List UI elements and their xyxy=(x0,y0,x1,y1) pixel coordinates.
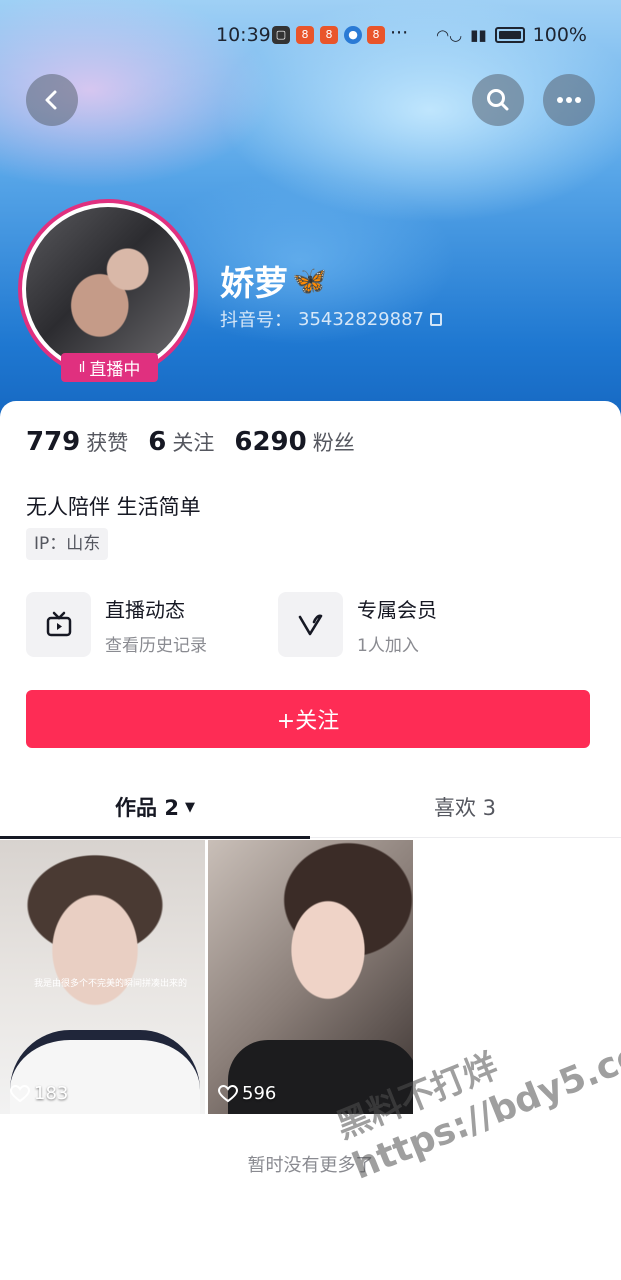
more-dots-icon xyxy=(557,97,581,103)
copy-icon[interactable] xyxy=(429,312,442,326)
live-history-subtitle: 查看历史记录 xyxy=(105,635,207,656)
profile-stats: 779 获赞 6 关注 6290 粉丝 xyxy=(26,427,355,457)
status-bar: 10:39 ▢ 8 8 ● 8 ··· ◠◡ ▮▮ 100% xyxy=(0,22,621,52)
battery-level: 100% xyxy=(532,24,587,46)
back-button[interactable] xyxy=(26,74,78,126)
no-more-content-text: 暂时没有更多了 xyxy=(247,1155,374,1176)
content-tabs: 作品 2 ▼ 喜欢 3 xyxy=(0,776,621,839)
live-history-title: 直播动态 xyxy=(105,597,185,622)
douyin-id-value: 35432829887 xyxy=(298,308,424,330)
tv-icon xyxy=(26,592,91,657)
membership-entry[interactable]: 专属会员 1人加入 xyxy=(278,592,437,657)
status-time: 10:39 xyxy=(216,24,271,46)
app-notification-icon: 8 xyxy=(367,26,385,44)
app-notification-icon: ▢ xyxy=(272,26,290,44)
chevron-left-icon xyxy=(45,90,57,110)
search-button[interactable] xyxy=(472,74,524,126)
tab-works[interactable]: 作品 2 ▼ xyxy=(0,776,310,839)
follow-button[interactable]: +关注 xyxy=(26,690,590,748)
signal-icon: ▮▮ xyxy=(470,26,487,44)
ip-location-badge: IP：山东 xyxy=(26,528,109,560)
avatar[interactable] xyxy=(18,199,198,379)
avatar-photo xyxy=(26,207,190,371)
wifi-icon: ◠◡ xyxy=(435,26,463,44)
stat-likes[interactable]: 779 获赞 xyxy=(26,427,128,457)
caret-down-icon: ▼ xyxy=(184,799,195,815)
tab-likes[interactable]: 喜欢 3 xyxy=(310,776,620,838)
live-badge-label: 直播中 xyxy=(89,360,141,380)
video-like-count: 183 xyxy=(10,1083,68,1104)
profile-name: 娇萝 xyxy=(220,264,288,304)
butterfly-icon: 🦋 xyxy=(292,264,327,297)
app-notification-icon: 8 xyxy=(296,26,314,44)
video-thumbnail[interactable]: 596 xyxy=(208,840,413,1114)
membership-subtitle: 1人加入 xyxy=(357,635,419,656)
live-badge[interactable]: ıl 直播中 xyxy=(61,353,158,382)
app-notification-icon: 8 xyxy=(320,26,338,44)
more-notifications-icon: ··· xyxy=(390,22,409,44)
stat-following[interactable]: 6 关注 xyxy=(148,427,214,457)
more-options-button[interactable] xyxy=(543,74,595,126)
search-icon xyxy=(487,89,509,111)
profile-name-row: 娇萝 🦋 xyxy=(220,256,327,305)
douyin-id-row[interactable]: 抖音号： 35432829887 xyxy=(220,306,442,332)
vip-v-icon xyxy=(278,592,343,657)
membership-title: 专属会员 xyxy=(357,597,437,622)
app-notification-icon: ● xyxy=(344,26,362,44)
battery-icon xyxy=(494,27,525,43)
stat-followers[interactable]: 6290 粉丝 xyxy=(234,427,354,457)
live-bars-icon: ıl xyxy=(78,359,86,376)
douyin-id-label: 抖音号： xyxy=(220,310,292,331)
profile-bio: 无人陪伴 生活简单 xyxy=(26,495,201,519)
video-like-count: 596 xyxy=(218,1083,276,1104)
heart-icon xyxy=(10,1084,30,1102)
video-thumbnail[interactable]: 我是由很多个不完美的瞬间拼凑出来的 183 xyxy=(0,840,205,1114)
live-history-entry[interactable]: 直播动态 查看历史记录 xyxy=(26,592,207,657)
profile-card: 779 获赞 6 关注 6290 粉丝 无人陪伴 生活简单 IP：山东 直播动态 查看… xyxy=(0,401,621,1280)
heart-icon xyxy=(218,1084,238,1102)
video-caption: 我是由很多个不完美的瞬间拼凑出来的 xyxy=(34,979,188,989)
